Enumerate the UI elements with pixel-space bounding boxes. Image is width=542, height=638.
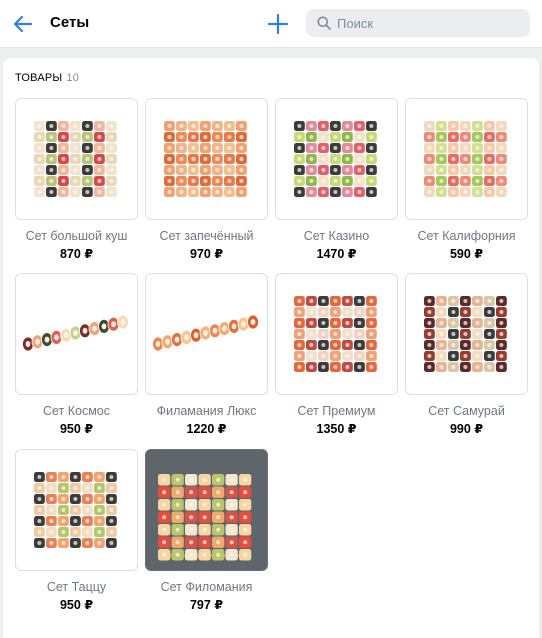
product-item[interactable]: Сет Калифорния 590 ₽ bbox=[405, 98, 528, 261]
product-price: 950 ₽ bbox=[59, 422, 94, 436]
sushi-set-illustration bbox=[152, 314, 259, 352]
product-price: 1220 ₽ bbox=[186, 422, 227, 436]
product-item[interactable]: Сет Таццу 950 ₽ bbox=[15, 449, 138, 612]
product-image[interactable] bbox=[275, 273, 398, 395]
product-item[interactable]: Сет большой куш 870 ₽ bbox=[15, 98, 138, 261]
product-price: 990 ₽ bbox=[449, 422, 484, 436]
products-card: Товары 10 Сет большой куш 870 ₽ Сет запечён… bbox=[3, 58, 539, 638]
product-name[interactable]: Сет Космос bbox=[15, 404, 138, 418]
product-price: 1470 ₽ bbox=[316, 247, 357, 261]
product-image[interactable] bbox=[405, 98, 528, 220]
product-name[interactable]: Сет Таццу bbox=[15, 580, 138, 594]
product-image[interactable] bbox=[145, 273, 268, 395]
product-item[interactable]: Сет Премиум 1350 ₽ bbox=[275, 273, 398, 436]
product-name[interactable]: Сет запечённый bbox=[145, 229, 268, 243]
product-price: 1350 ₽ bbox=[316, 422, 357, 436]
back-button[interactable] bbox=[10, 11, 36, 37]
product-price: 797 ₽ bbox=[189, 598, 224, 612]
product-price: 870 ₽ bbox=[59, 247, 94, 261]
search-input[interactable] bbox=[337, 9, 522, 37]
product-name[interactable]: Сет большой куш bbox=[15, 229, 138, 243]
sushi-set-illustration bbox=[34, 472, 117, 548]
product-image[interactable] bbox=[275, 98, 398, 220]
product-item[interactable]: Сет Филомания 797 ₽ bbox=[145, 449, 268, 612]
sushi-set-illustration bbox=[424, 296, 507, 372]
product-price: 950 ₽ bbox=[59, 598, 94, 612]
app-header: Сеты bbox=[0, 0, 542, 48]
product-name[interactable]: Сет Премиум bbox=[275, 404, 398, 418]
section-title: Товары bbox=[15, 72, 63, 84]
page-title: Сеты bbox=[50, 14, 90, 31]
arrow-left-icon bbox=[13, 15, 33, 33]
product-name[interactable]: Сет Казино bbox=[275, 229, 398, 243]
plus-icon bbox=[268, 14, 288, 34]
sushi-set-illustration bbox=[294, 296, 377, 372]
product-item[interactable]: Сет запечённый 970 ₽ bbox=[145, 98, 268, 261]
product-name[interactable]: Филамания Люкс bbox=[145, 404, 268, 418]
sushi-set-illustration bbox=[294, 121, 377, 197]
product-image[interactable] bbox=[145, 449, 268, 571]
product-name[interactable]: Сет Филомания bbox=[145, 580, 268, 594]
product-item[interactable]: Сет Космос 950 ₽ bbox=[15, 273, 138, 436]
product-name[interactable]: Сет Калифорния bbox=[405, 229, 528, 243]
add-button[interactable] bbox=[266, 12, 290, 36]
search-icon bbox=[317, 16, 331, 30]
search-box[interactable] bbox=[306, 9, 530, 37]
sushi-set-illustration bbox=[34, 121, 117, 197]
product-item[interactable]: Сет Казино 1470 ₽ bbox=[275, 98, 398, 261]
product-price: 590 ₽ bbox=[449, 247, 484, 261]
product-item[interactable]: Филамания Люкс 1220 ₽ bbox=[145, 273, 268, 436]
section-count: 10 bbox=[66, 72, 80, 84]
sushi-set-illustration bbox=[164, 121, 247, 197]
product-item[interactable]: Сет Самурай 990 ₽ bbox=[405, 273, 528, 436]
sushi-set-illustration bbox=[146, 450, 267, 570]
product-image[interactable] bbox=[145, 98, 268, 220]
sushi-set-illustration bbox=[22, 314, 129, 352]
product-image[interactable] bbox=[15, 273, 138, 395]
product-name[interactable]: Сет Самурай bbox=[405, 404, 528, 418]
product-image[interactable] bbox=[405, 273, 528, 395]
product-image[interactable] bbox=[15, 449, 138, 571]
product-image[interactable] bbox=[15, 98, 138, 220]
sushi-set-illustration bbox=[424, 121, 507, 197]
product-price: 970 ₽ bbox=[189, 247, 224, 261]
section-header: Товары 10 bbox=[15, 72, 79, 84]
